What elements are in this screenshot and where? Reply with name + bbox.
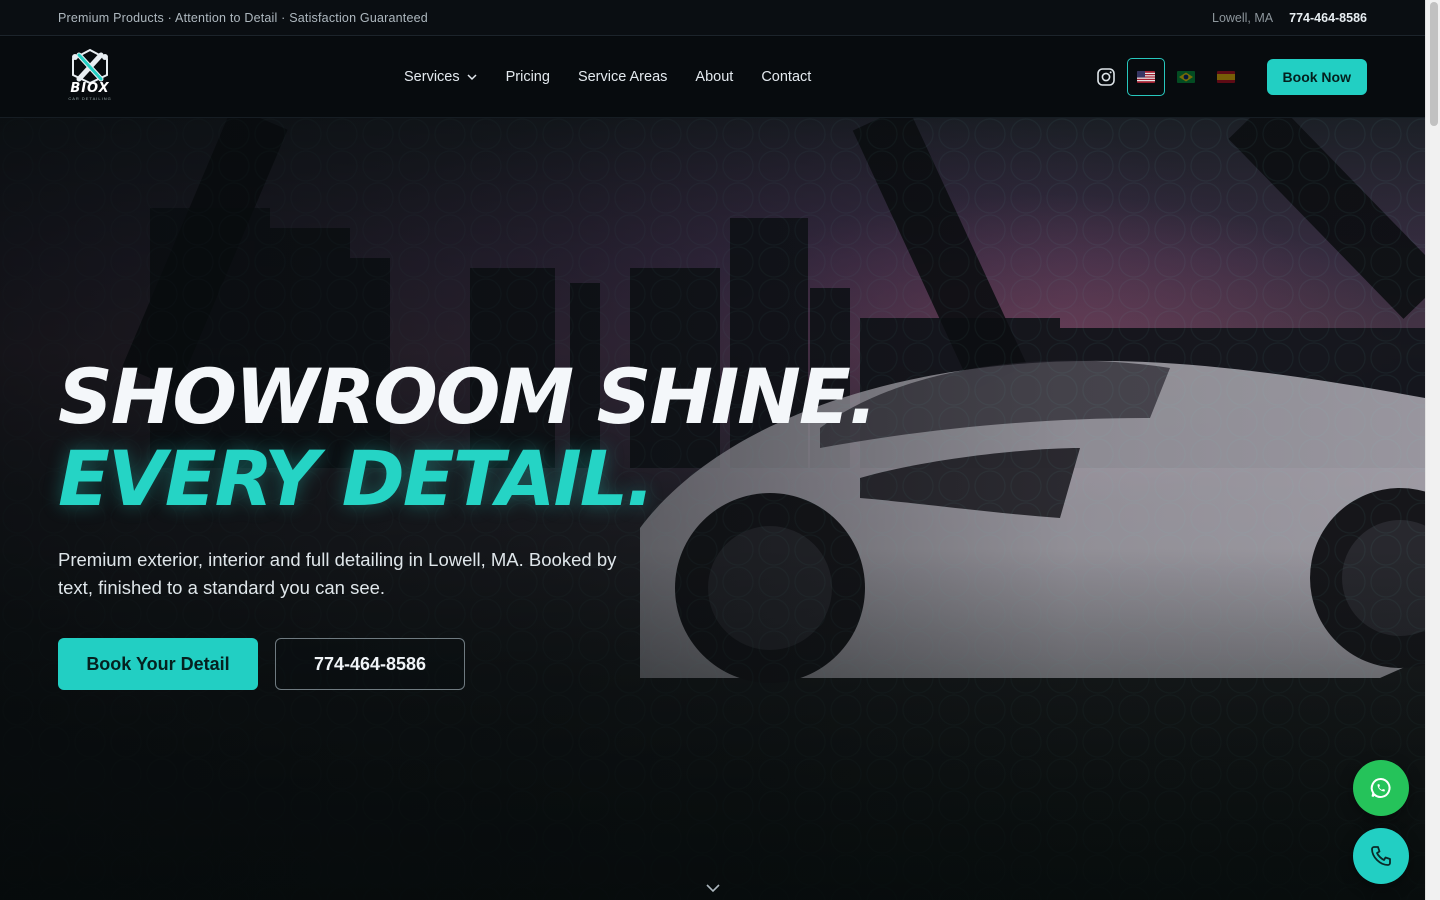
main-nav: BIOX CAR DETAILING Services Pricing Serv… <box>0 37 1425 118</box>
instagram-icon <box>1096 68 1115 86</box>
spain-flag-icon <box>1216 71 1235 83</box>
scrollbar-thumb[interactable] <box>1430 2 1438 126</box>
instagram-button[interactable] <box>1087 58 1125 96</box>
nav-menu: Services Pricing Service Areas About Con… <box>404 37 811 117</box>
headline-line-1: SHOWROOM SHINE. <box>58 352 878 441</box>
nav-item-label: Services <box>404 69 460 85</box>
nav-item-about[interactable]: About <box>695 69 733 85</box>
page-scrollbar[interactable] <box>1425 0 1440 900</box>
book-your-detail-button[interactable]: Book Your Detail <box>58 638 258 690</box>
hero-headline: SHOWROOM SHINE. EVERY DETAIL. <box>58 352 878 523</box>
topbar-phone-link[interactable]: 774-464-8586 <box>1289 11 1367 25</box>
us-flag-icon <box>1136 71 1155 83</box>
nav-item-service-areas[interactable]: Service Areas <box>578 69 667 85</box>
phone-icon <box>1371 846 1391 866</box>
location-text: Lowell, MA <box>1212 10 1274 25</box>
logo-emblem-icon <box>72 48 108 85</box>
whatsapp-icon <box>1370 777 1391 798</box>
tagline: Premium Products · Attention to Detail ·… <box>58 10 428 25</box>
hero-cta-row: Book Your Detail 774-464-8586 <box>58 638 465 690</box>
hero-section: SHOWROOM SHINE. EVERY DETAIL. Premium ex… <box>0 118 1425 900</box>
book-now-button[interactable]: Book Now <box>1266 59 1367 95</box>
hero-subtitle: Premium exterior, interior and full deta… <box>58 549 617 598</box>
logo[interactable]: BIOX CAR DETAILING <box>58 47 122 107</box>
nav-item-pricing[interactable]: Pricing <box>506 69 550 85</box>
chevron-down-icon <box>467 74 477 81</box>
phone-call-button[interactable] <box>1353 828 1409 884</box>
nav-item-services[interactable]: Services <box>404 69 478 85</box>
language-portuguese-button[interactable] <box>1167 58 1205 96</box>
nav-item-contact[interactable]: Contact <box>761 69 811 85</box>
scroll-down-chevron-icon[interactable] <box>705 882 721 894</box>
announcement-bar: Premium Products · Attention to Detail ·… <box>0 0 1425 36</box>
brazil-flag-icon <box>1176 71 1195 83</box>
nav-actions: Book Now <box>1087 37 1367 117</box>
whatsapp-button[interactable] <box>1353 760 1409 816</box>
language-spanish-button[interactable] <box>1207 58 1245 96</box>
call-phone-button[interactable]: 774-464-8586 <box>275 638 465 690</box>
language-english-button[interactable] <box>1126 58 1165 96</box>
brand-subtitle: CAR DETAILING <box>68 96 112 101</box>
brand-name: BIOX <box>70 81 110 96</box>
headline-line-2: EVERY DETAIL. <box>58 434 655 523</box>
